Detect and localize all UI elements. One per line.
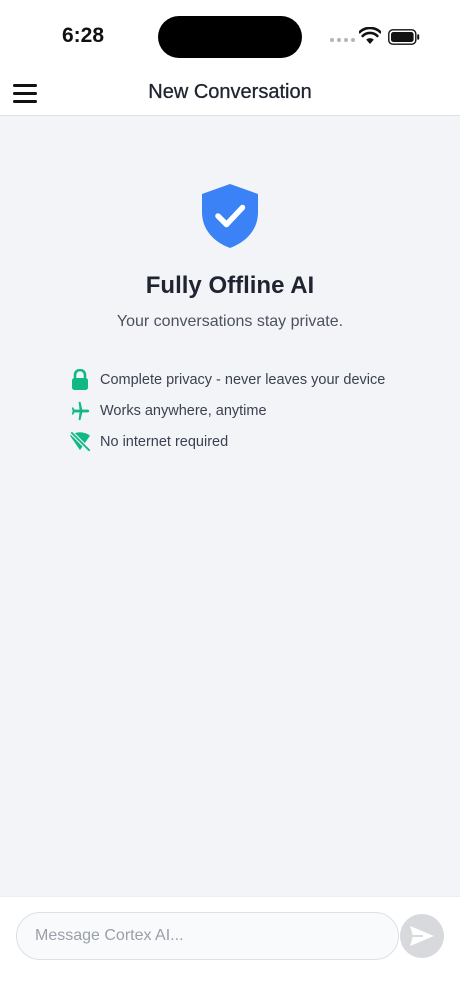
feature-label: No internet required [100,433,229,450]
chat-empty-state: Fully Offline AI Your conversations stay… [0,116,460,896]
message-composer [0,896,460,998]
send-button[interactable] [400,914,444,958]
feature-label: Works anywhere, anytime [100,402,267,419]
signal-icon [330,38,355,42]
wifi-icon [359,27,381,44]
navigation-bar: New Conversation [0,70,460,116]
send-icon [410,926,434,946]
shield-check-icon [202,184,258,248]
airplane-icon [68,399,92,423]
status-bar: 6:28 [0,0,460,70]
lock-icon [68,368,92,392]
feature-item-privacy: Complete privacy - never leaves your dev… [68,364,428,395]
status-time: 6:28 [62,24,105,47]
battery-icon [388,29,420,45]
feature-item-anywhere: Works anywhere, anytime [68,395,428,426]
feature-item-no-internet: No internet required [68,426,428,457]
feature-label: Complete privacy - never leaves your dev… [100,371,386,388]
wifi-off-icon [68,430,92,454]
page-title: New Conversation [148,81,312,103]
message-input[interactable] [16,912,399,960]
dynamic-island [158,16,302,58]
feature-list: Complete privacy - never leaves your dev… [68,364,428,457]
hero-title: Fully Offline AI [145,272,315,299]
hero-subtitle: Your conversations stay private. [116,313,344,330]
